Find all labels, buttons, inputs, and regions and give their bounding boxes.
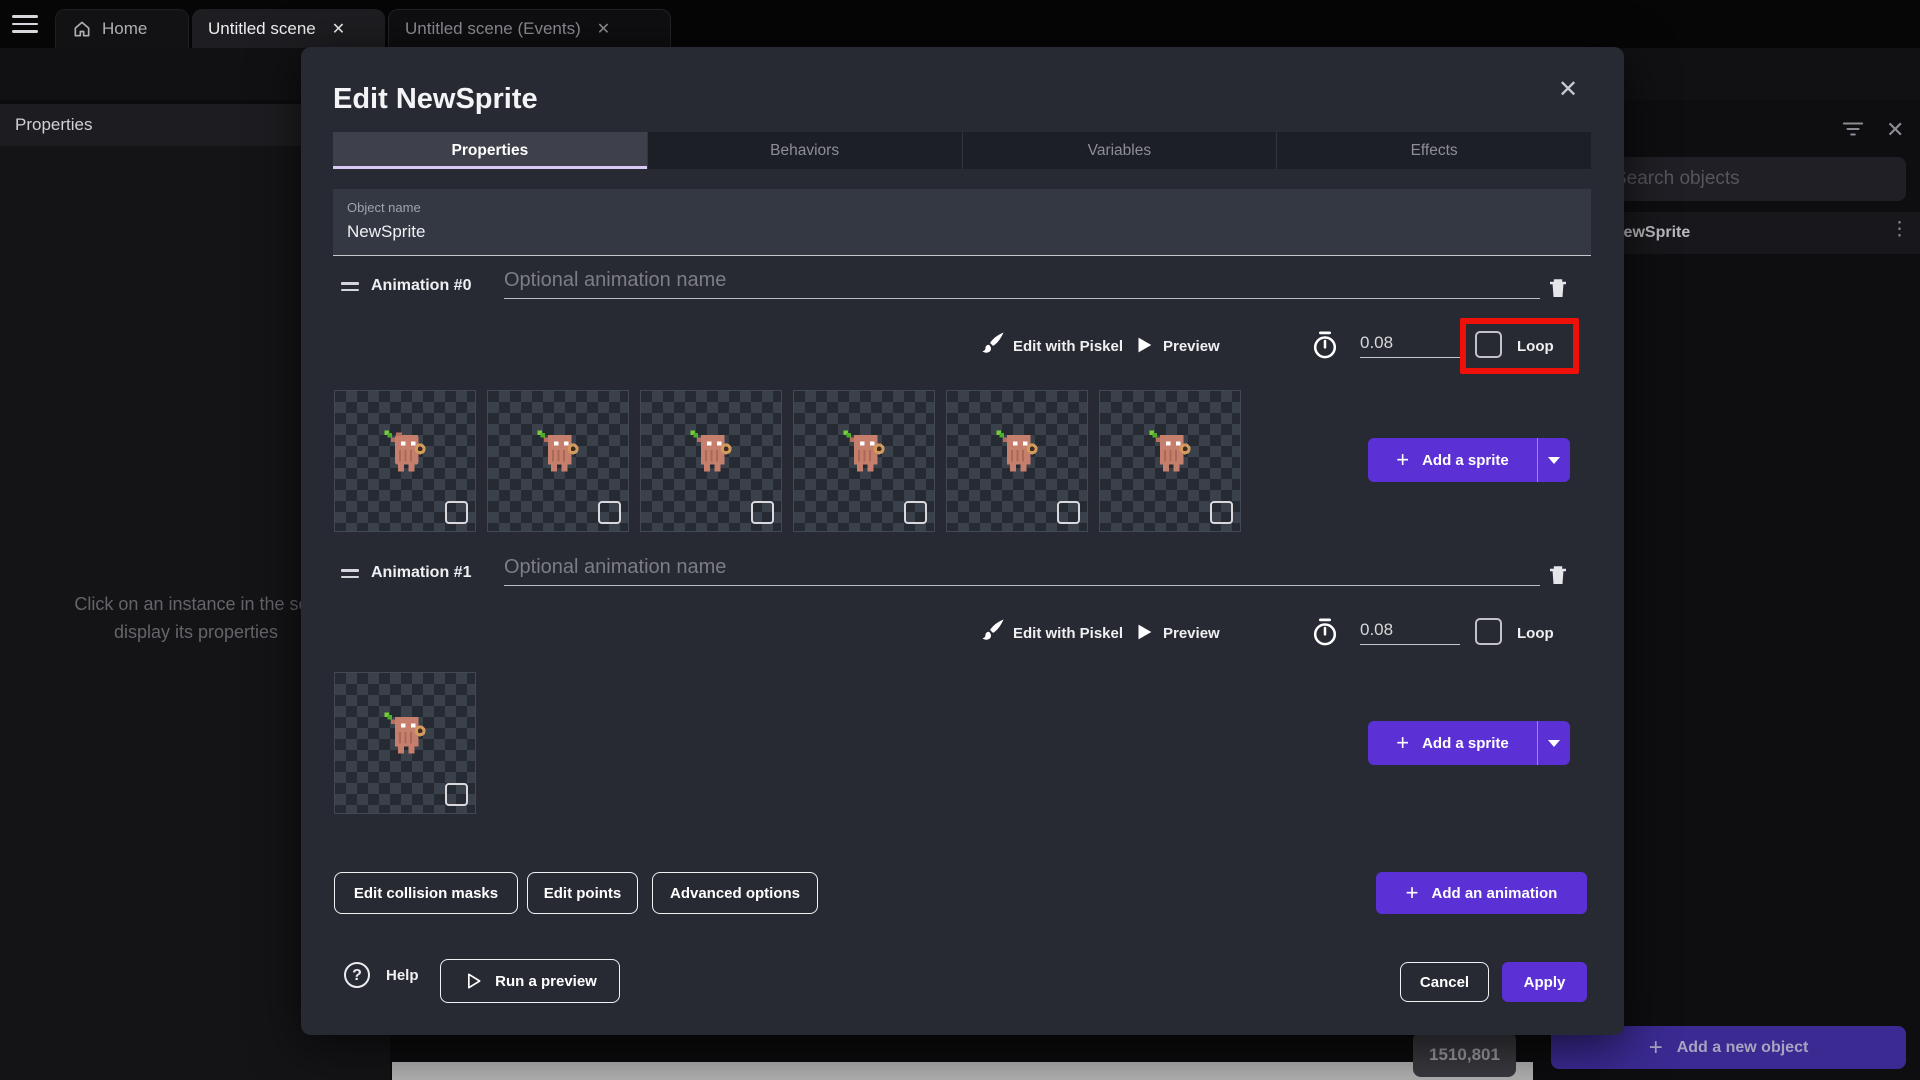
tab-scene-label: Untitled scene <box>208 18 316 38</box>
tab-variables[interactable]: Variables <box>963 132 1278 169</box>
close-panel-icon[interactable]: ✕ <box>1886 117 1904 143</box>
frame-select-checkbox[interactable] <box>1210 501 1233 524</box>
plus-icon: + <box>1648 1033 1663 1061</box>
sprite-frame-thumbnail[interactable] <box>1099 390 1241 532</box>
run-preview-button[interactable]: Run a preview <box>440 959 620 1003</box>
edit-with-piskel-button[interactable]: Edit with Piskel <box>1013 625 1123 642</box>
advanced-options-button[interactable]: Advanced options <box>652 872 818 914</box>
tab-properties[interactable]: Properties <box>333 132 648 169</box>
tab-effects[interactable]: Effects <box>1277 132 1591 169</box>
pig-sprite <box>537 430 579 472</box>
animation-1-label: Animation #1 <box>371 564 472 581</box>
play-icon <box>1138 337 1152 353</box>
instance-coordinates-badge: 1510,801 <box>1413 1032 1516 1077</box>
animation-1-name-input[interactable] <box>504 556 1540 586</box>
sprite-frame-thumbnail[interactable] <box>487 390 629 532</box>
object-name-label: Object name <box>347 200 421 215</box>
drag-animation-handle[interactable] <box>341 569 359 581</box>
frame-select-checkbox[interactable] <box>751 501 774 524</box>
pig-sprite <box>1149 430 1191 472</box>
drag-animation-handle[interactable] <box>341 282 359 294</box>
frame-select-checkbox[interactable] <box>445 501 468 524</box>
frame-select-checkbox[interactable] <box>598 501 621 524</box>
add-sprite-dropdown[interactable] <box>1537 438 1570 482</box>
add-sprite-button[interactable]: + Add a sprite <box>1368 721 1570 765</box>
time-between-frames-input[interactable] <box>1360 620 1460 645</box>
tab-untitled-scene[interactable]: Untitled scene ✕ <box>192 9 385 48</box>
gdevelop-app: Home Untitled scene ✕ Untitled scene (Ev… <box>0 0 1920 1080</box>
edit-with-piskel-button[interactable]: Edit with Piskel <box>1013 338 1123 355</box>
close-dialog-icon[interactable]: ✕ <box>1553 75 1583 105</box>
add-sprite-dropdown[interactable] <box>1537 721 1570 765</box>
plus-icon: + <box>1396 447 1410 472</box>
tab-home-label: Home <box>102 19 148 38</box>
chevron-down-icon <box>1548 739 1560 747</box>
play-outline-icon <box>468 973 481 989</box>
cancel-button[interactable]: Cancel <box>1400 962 1489 1002</box>
loop-label: Loop <box>1517 625 1554 642</box>
sprite-frame-thumbnail[interactable] <box>334 672 476 814</box>
preview-button[interactable]: Preview <box>1163 625 1220 642</box>
tab-behaviors[interactable]: Behaviors <box>648 132 963 169</box>
sprite-frame-thumbnail[interactable] <box>793 390 935 532</box>
object-name-value: NewSprite <box>347 222 426 241</box>
animation-0-name-input[interactable] <box>504 269 1540 299</box>
preview-button[interactable]: Preview <box>1163 338 1220 355</box>
frame-select-checkbox[interactable] <box>1057 501 1080 524</box>
dialog-title: Edit NewSprite <box>333 83 538 115</box>
tab-untitled-scene-events[interactable]: Untitled scene (Events) ✕ <box>388 9 671 48</box>
plus-icon: + <box>1405 880 1419 905</box>
loop-checkbox[interactable] <box>1475 331 1502 358</box>
sprite-frame-thumbnail[interactable] <box>334 390 476 532</box>
edit-object-dialog: Edit NewSprite ✕ Properties Behaviors Va… <box>301 47 1624 1035</box>
pig-sprite <box>843 430 885 472</box>
time-between-frames-input[interactable] <box>1360 333 1460 358</box>
pig-sprite <box>384 430 426 472</box>
close-tab-icon[interactable]: ✕ <box>597 19 610 39</box>
timer-icon <box>1313 331 1337 359</box>
chevron-down-icon <box>1548 456 1560 464</box>
dialog-tabs: Properties Behaviors Variables Effects <box>333 132 1591 169</box>
timer-icon <box>1313 618 1337 646</box>
tab-events-label: Untitled scene (Events) <box>405 19 581 38</box>
delete-animation-icon[interactable] <box>1546 275 1570 301</box>
paintbrush-icon <box>982 332 1004 353</box>
edit-points-button[interactable]: Edit points <box>527 872 638 914</box>
main-menu-icon[interactable] <box>12 15 38 33</box>
pig-sprite <box>996 430 1038 472</box>
filter-icon[interactable] <box>1842 120 1864 138</box>
delete-animation-icon[interactable] <box>1546 562 1570 588</box>
pig-sprite <box>690 430 732 472</box>
loop-label: Loop <box>1517 338 1554 355</box>
play-icon <box>1138 624 1152 640</box>
close-tab-icon[interactable]: ✕ <box>332 19 345 39</box>
properties-panel-title: Properties <box>15 115 93 134</box>
sprite-frame-thumbnail[interactable] <box>640 390 782 532</box>
loop-checkbox[interactable] <box>1475 618 1502 645</box>
animation-0-label: Animation #0 <box>371 277 472 294</box>
pig-sprite <box>384 712 426 754</box>
tab-home[interactable]: Home <box>55 9 189 48</box>
object-item-menu-icon[interactable]: ⋮ <box>1890 218 1909 241</box>
search-objects-input[interactable] <box>1602 157 1906 201</box>
sprite-frame-thumbnail[interactable] <box>946 390 1088 532</box>
scene-canvas-edge <box>392 1062 1533 1080</box>
frame-select-checkbox[interactable] <box>445 783 468 806</box>
apply-button[interactable]: Apply <box>1502 962 1587 1002</box>
plus-icon: + <box>1396 730 1410 755</box>
object-name-field[interactable]: Object name NewSprite <box>333 189 1591 256</box>
home-icon <box>74 21 90 37</box>
add-animation-button[interactable]: + Add an animation <box>1376 872 1587 914</box>
object-list-item-newsprite[interactable]: NewSprite <box>1600 212 1920 254</box>
top-tab-bar: Home Untitled scene ✕ Untitled scene (Ev… <box>0 0 1920 48</box>
help-icon: ? <box>344 962 370 988</box>
edit-collision-masks-button[interactable]: Edit collision masks <box>334 872 518 914</box>
frame-select-checkbox[interactable] <box>904 501 927 524</box>
paintbrush-icon <box>982 619 1004 640</box>
help-button[interactable]: ? Help <box>344 962 419 988</box>
add-sprite-button[interactable]: + Add a sprite <box>1368 438 1570 482</box>
